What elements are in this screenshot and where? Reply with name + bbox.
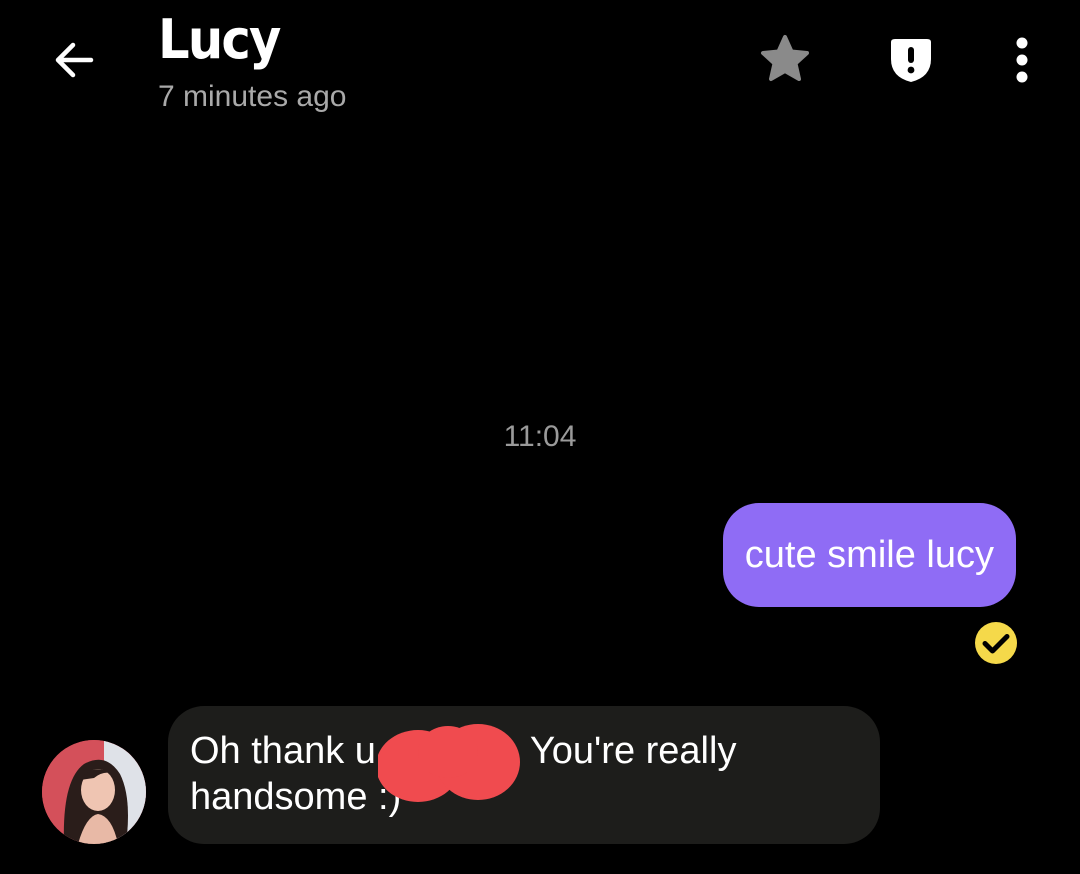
incoming-message-bubble[interactable]: Oh thank u You're really handsome :) xyxy=(168,706,880,844)
more-options-button[interactable] xyxy=(992,30,1052,90)
contact-name[interactable]: Lucy xyxy=(158,8,281,71)
outgoing-message-text: cute smile lucy xyxy=(744,533,994,576)
more-vertical-icon xyxy=(1016,37,1028,83)
time-separator: 11:04 xyxy=(503,420,577,453)
shield-alert-icon xyxy=(891,39,931,82)
avatar-photo xyxy=(42,740,146,844)
contact-avatar[interactable] xyxy=(42,740,146,844)
incoming-text-part-1: Oh thank u xyxy=(190,730,376,772)
incoming-message-line-2: handsome :) xyxy=(190,776,402,818)
back-button[interactable] xyxy=(42,28,106,92)
back-arrow-icon xyxy=(55,42,94,78)
favorite-button[interactable] xyxy=(755,30,815,90)
star-icon xyxy=(761,35,809,81)
read-check-icon xyxy=(975,622,1017,664)
chat-screen: Lucy 7 minutes ago 11:04 cute smile lucy xyxy=(0,0,1080,874)
redaction-scribble xyxy=(378,724,520,802)
last-seen-status: 7 minutes ago xyxy=(158,80,347,113)
outgoing-message-bubble[interactable]: cute smile lucy xyxy=(722,503,1016,607)
safety-button[interactable] xyxy=(881,30,941,90)
incoming-message-line-1: Oh thank u You're really xyxy=(190,728,858,774)
incoming-text-part-2: You're really xyxy=(529,730,737,772)
